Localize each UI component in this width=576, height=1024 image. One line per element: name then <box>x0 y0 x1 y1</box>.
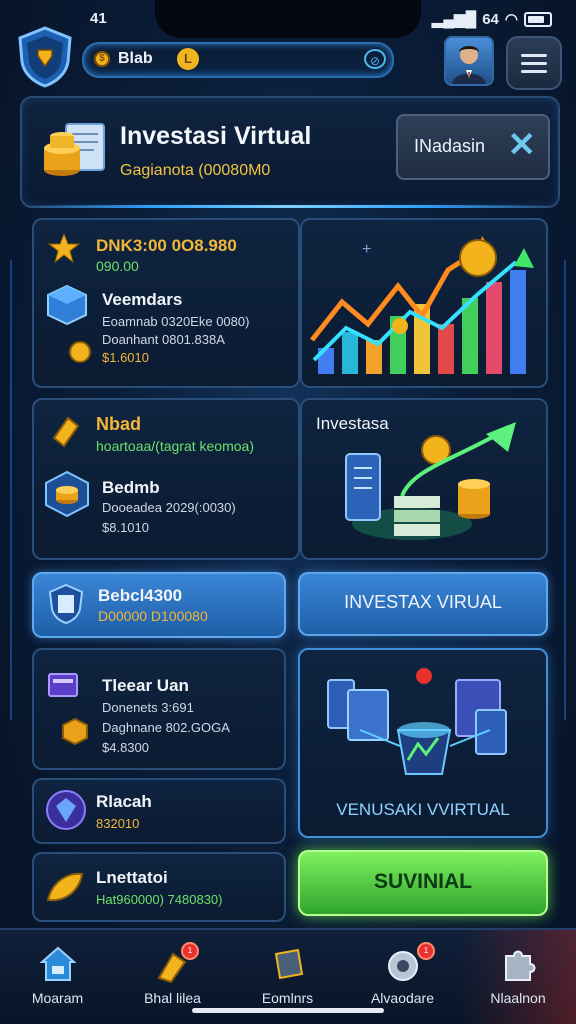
growth-chart-illustration: + <box>310 236 534 374</box>
card6-sub: Hat960000) 7480830) <box>96 892 223 907</box>
card1-amount: $1.6010 <box>102 350 149 365</box>
nav-item-home[interactable]: Moaram <box>0 930 115 1024</box>
currency-chip: L <box>177 48 199 70</box>
primary-action-label: SUVINIAL <box>373 870 472 893</box>
camera-notch <box>155 0 421 38</box>
coin-hexagon-icon <box>45 470 89 518</box>
wifi-icon: ◠ <box>504 11 518 28</box>
nav-label: Moaram <box>31 990 84 1006</box>
monitor-icon <box>48 673 78 697</box>
status-icons: ▂▄▆█ 64 ◠ <box>432 10 552 28</box>
status-time: 41 <box>90 10 107 27</box>
left-frame-glow <box>0 260 12 720</box>
user-portrait-icon <box>452 46 486 84</box>
signal-text: 64 <box>482 10 499 28</box>
server-coin-illustration <box>345 422 516 540</box>
menu-icon-bar <box>521 61 547 65</box>
signal-icon: ▂▄▆█ <box>431 11 477 28</box>
shield-document-icon <box>48 583 84 625</box>
card1-line1: Eoamnab 0320Eke 0080) <box>102 314 250 329</box>
card6-title: Lnettatoi <box>96 868 168 887</box>
battery-icon <box>524 11 552 27</box>
home-indicator[interactable] <box>192 1008 384 1013</box>
card4-title: Tleear Uan <box>102 676 189 695</box>
balance-text: Blab <box>118 50 153 67</box>
card3-sub: D00000 D100080 <box>98 608 208 624</box>
growth-chart-panel: + <box>300 218 548 388</box>
card4-amount: $4.8300 <box>102 740 149 755</box>
nav-label: Alvaodare <box>370 990 435 1006</box>
box-icon <box>274 948 304 980</box>
coin-icon <box>69 341 91 363</box>
portfolio-card[interactable]: DNK3:00 0O8.980 090.00 Veemdars Eoamnab … <box>32 218 300 388</box>
right-frame-glow <box>564 260 576 720</box>
svg-text:+: + <box>362 241 371 258</box>
avatar[interactable] <box>444 36 494 86</box>
close-button-label: INadasin <box>414 136 486 156</box>
gold-box-icon <box>62 717 88 746</box>
investasa-panel[interactable]: Investasa <box>300 398 548 560</box>
card1-headline-sub: 090.00 <box>96 258 139 274</box>
gold-leaf-icon <box>46 872 84 902</box>
card2-amount: $8.1010 <box>102 520 149 535</box>
card1-headline: DNK3:00 0O8.980 <box>96 236 237 255</box>
link-icon[interactable]: ⊘ <box>364 49 386 69</box>
cube-chart-icon <box>47 284 87 326</box>
virtual-reality-panel[interactable]: VENUSAKI VVIRTUAL <box>298 648 548 838</box>
menu-icon-bar <box>521 53 547 57</box>
notification-badge: 1 <box>181 942 199 960</box>
card2-headline-sub: hoartoaa/(tagrat keomoa) <box>96 438 254 454</box>
shield-logo-icon[interactable] <box>16 26 74 88</box>
home-icon <box>39 946 77 981</box>
puzzle-icon <box>505 950 536 981</box>
page-title: Investasi Virtual <box>120 122 312 150</box>
nav-label: Nlaalnon <box>490 990 546 1006</box>
card4-line1: Donenets 3:691 <box>102 700 194 715</box>
nav-label: Eomlnrs <box>261 990 314 1006</box>
card4-line2: Daghnane 802.GOGA <box>102 720 230 735</box>
nav-item-5[interactable]: Nlaalnon <box>460 930 576 1024</box>
invest-virtual-button[interactable]: INVESTAX VIRUAL <box>298 572 548 636</box>
card1-item-title: Veemdars <box>102 290 183 309</box>
card5-title: Rlacah <box>96 792 152 811</box>
menu-button[interactable] <box>506 36 562 90</box>
invest-virtual-label: INVESTAX VIRUAL <box>344 592 502 612</box>
coin-icon: $ <box>94 51 110 67</box>
portfolio-card[interactable]: Tleear Uan Donenets 3:691 Daghnane 802.G… <box>32 648 286 770</box>
secondary-card[interactable]: Nbad hoartoaa/(tagrat keomoa) Bedmb Dooe… <box>32 398 300 560</box>
app-screen: 41 ▂▄▆█ 64 ◠ $ Blab L ⊘ Investasi Virtua… <box>0 0 576 1024</box>
page-subtitle: Gagianota (00080M0 <box>120 162 271 179</box>
glow-divider <box>22 205 554 208</box>
card1-line2: Doanhant 0801.838A <box>102 332 225 347</box>
portfolio-card[interactable]: Rlacah 832010 <box>32 778 286 844</box>
selected-plan-card[interactable]: Bebcl4300 D00000 D100080 <box>32 572 286 638</box>
balance-pill[interactable]: $ Blab L ⊘ <box>82 42 394 78</box>
card2-line1: Dooeadea 2029(:0030) <box>102 500 236 515</box>
coin-stack-document-icon <box>44 123 105 176</box>
menu-icon-bar <box>521 69 547 73</box>
card3-title: Bebcl4300 <box>98 586 183 605</box>
card2-headline: Nbad <box>96 414 141 434</box>
virtual-platform-illustration <box>327 668 507 775</box>
purple-gem-icon <box>46 790 86 830</box>
notification-badge: 1 <box>417 942 435 960</box>
primary-action-button[interactable]: SUVINIAL <box>298 850 548 916</box>
vr-panel-label: VENUSAKI VVIRTUAL <box>336 800 510 819</box>
card2-item-title: Bedmb <box>102 478 160 497</box>
star-icon <box>48 232 80 264</box>
card5-amount: 832010 <box>96 816 140 831</box>
nav-label: Bhal lilea <box>144 990 201 1006</box>
gold-ticket-icon <box>52 416 80 448</box>
portfolio-card[interactable]: Lnettatoi Hat960000) 7480830) <box>32 852 286 922</box>
close-icon: ✕ <box>507 126 537 164</box>
close-button[interactable]: INadasin ✕ <box>396 114 550 180</box>
